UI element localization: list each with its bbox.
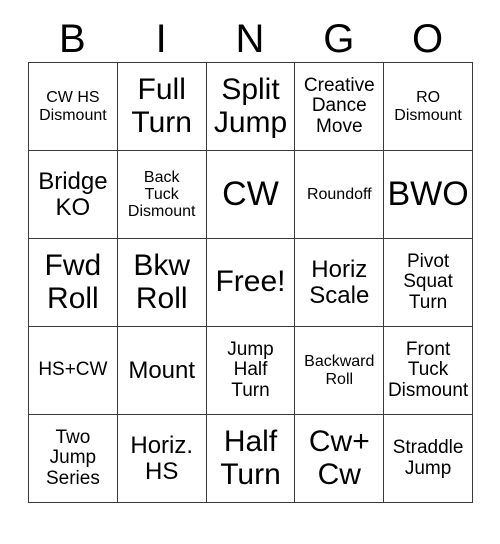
bingo-cell[interactable]: Back Tuck Dismount [117,151,207,239]
bingo-cell[interactable]: Pivot Squat Turn [384,239,473,327]
bingo-grid: CW HS Dismount Full Turn Split Jump Crea… [28,62,473,503]
bingo-cell[interactable]: Bridge KO [29,151,118,239]
bingo-cell-label: Creative Dance Move [303,74,375,137]
bingo-cell-label: Mount [128,356,196,384]
bingo-cell[interactable]: Cw+ Cw [295,415,385,503]
bingo-cell[interactable]: Full Turn [117,63,207,151]
bingo-card: B I N G O CW HS Dismount Full Turn Split… [28,12,473,503]
bingo-row: Two Jump Series Horiz. HS Half Turn Cw+ … [29,415,473,503]
bingo-cell-label: Straddle Jump [392,436,464,479]
bingo-cell-label: Backward Roll [304,353,375,388]
bingo-cell-label: Pivot Squat Turn [403,250,453,313]
bingo-cell-label: CW [222,175,279,214]
bingo-cell-label: Half Turn [220,425,281,491]
bingo-cell-label: Two Jump Series [45,426,100,489]
bingo-cell[interactable]: Backward Roll [295,327,385,415]
bingo-cell[interactable]: Mount [117,327,207,415]
bingo-cell-label: HS+CW [38,359,108,381]
bingo-header-row: B I N G O [28,12,472,62]
bingo-header-letter-n: N [235,17,265,61]
bingo-header-letter-o: O [412,17,444,61]
bingo-cell[interactable]: RO Dismount [384,63,473,151]
bingo-cell-label: Back Tuck Dismount [127,168,196,221]
bingo-cell[interactable]: Horiz. HS [117,415,207,503]
bingo-row: Bridge KO Back Tuck Dismount CW Roundoff… [29,151,473,239]
bingo-cell[interactable]: Front Tuck Dismount [384,327,473,415]
bingo-cell-label: Front Tuck Dismount [387,338,469,401]
bingo-cell-label: Cw+ Cw [308,425,370,491]
bingo-header-letter-i: I [155,17,167,61]
bingo-cell-label: Horiz. HS [130,431,194,485]
bingo-cell[interactable]: BWO [384,151,473,239]
bingo-cell-label: Jump Half Turn [227,338,274,401]
bingo-cell[interactable]: Two Jump Series [29,415,118,503]
bingo-cell-label: RO Dismount [394,89,462,124]
bingo-header-letter-g: G [323,17,355,61]
bingo-cell[interactable]: Jump Half Turn [206,327,296,415]
bingo-cell[interactable]: CW [206,151,296,239]
bingo-cell-label: Split Jump [213,73,288,139]
bingo-cell-label: Fwd Roll [44,249,102,315]
bingo-cell-label: Roundoff [306,185,372,203]
bingo-cell[interactable]: Creative Dance Move [295,63,385,151]
bingo-cell-label: Full Turn [131,73,192,139]
bingo-free-label: Free! [215,265,286,299]
bingo-row: CW HS Dismount Full Turn Split Jump Crea… [29,63,473,151]
bingo-cell[interactable]: Fwd Roll [29,239,118,327]
bingo-cell-label: CW HS Dismount [39,89,107,124]
bingo-cell[interactable]: Split Jump [206,63,296,151]
bingo-cell-label: Horiz Scale [309,255,370,309]
bingo-cell-label: BWO [387,175,469,214]
bingo-cell-label: Bkw Roll [133,249,191,315]
bingo-cell[interactable]: Straddle Jump [384,415,473,503]
bingo-cell[interactable]: CW HS Dismount [29,63,118,151]
bingo-header-letter-b: B [59,17,86,61]
bingo-free-cell[interactable]: Free! [206,239,296,327]
bingo-cell[interactable]: Horiz Scale [295,239,385,327]
bingo-row: HS+CW Mount Jump Half Turn Backward Roll… [29,327,473,415]
bingo-cell[interactable]: HS+CW [29,327,118,415]
bingo-cell[interactable]: Bkw Roll [117,239,207,327]
bingo-cell[interactable]: Half Turn [206,415,296,503]
bingo-cell-label: Bridge KO [38,167,108,221]
bingo-cell[interactable]: Roundoff [295,151,385,239]
bingo-row: Fwd Roll Bkw Roll Free! Horiz Scale Pivo… [29,239,473,327]
